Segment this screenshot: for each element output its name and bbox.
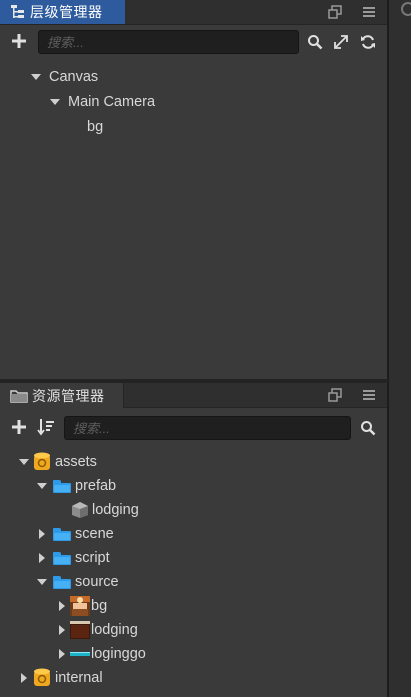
search-icon xyxy=(308,35,323,50)
expand-arrows-icon xyxy=(334,35,348,49)
tree-node-label: script xyxy=(75,550,110,566)
hierarchy-search-input[interactable] xyxy=(39,31,298,53)
assets-search-field[interactable] xyxy=(64,416,351,440)
folder-icon xyxy=(53,527,71,541)
tree-node-scene[interactable]: scene xyxy=(0,522,387,546)
expand-arrow-icon[interactable] xyxy=(37,529,47,539)
collapse-arrow-icon[interactable] xyxy=(19,457,29,467)
collapse-arrow-icon[interactable] xyxy=(31,72,41,82)
database-icon xyxy=(33,668,51,688)
hierarchy-toolbar xyxy=(0,28,387,60)
assets-toolbar xyxy=(0,413,387,445)
tree-node-bg[interactable]: bg xyxy=(0,114,387,139)
tree-node-label: assets xyxy=(55,454,97,470)
assets-search-input[interactable] xyxy=(65,417,350,439)
folder-icon xyxy=(53,551,71,565)
prefab-cube-icon xyxy=(71,501,89,519)
plus-icon xyxy=(12,34,26,48)
folder-icon xyxy=(53,575,71,589)
refresh-icon xyxy=(361,35,375,49)
collapse-arrow-icon[interactable] xyxy=(50,97,60,107)
tree-node-main-camera[interactable]: Main Camera xyxy=(0,89,387,114)
assets-tab-label: 资源管理器 xyxy=(32,387,105,404)
search-button[interactable] xyxy=(359,419,377,437)
assets-tab[interactable]: 资源管理器 xyxy=(0,383,124,408)
tree-node-label: bg xyxy=(87,118,104,135)
loginggo-thumbnail-icon xyxy=(70,644,90,664)
tree-node-internal[interactable]: internal xyxy=(0,666,387,690)
assets-tabbar: 资源管理器 xyxy=(0,383,387,408)
assets-panel: 资源管理器 搜索... assets prefab lodging scene … xyxy=(0,383,388,697)
tree-node-label: Main Camera xyxy=(68,93,156,110)
tree-node-label: lodging xyxy=(91,622,138,638)
tree-node-loginggo-texture[interactable]: loginggo xyxy=(0,642,387,666)
hierarchy-tree-icon xyxy=(10,4,26,20)
lodging-thumbnail-icon xyxy=(70,620,90,640)
tree-node-label: loginggo xyxy=(91,646,146,662)
sort-icon xyxy=(37,419,54,436)
tree-node-label: Canvas xyxy=(49,68,99,85)
expand-arrow-icon[interactable] xyxy=(57,625,67,635)
tree-node-script[interactable]: script xyxy=(0,546,387,570)
panel-menu-icon[interactable] xyxy=(361,4,377,20)
hierarchy-panel: 层级管理器 搜索... Canvas Main Camera bg xyxy=(0,0,388,379)
tree-node-source[interactable]: source xyxy=(0,570,387,594)
hierarchy-tab-label: 层级管理器 xyxy=(30,4,103,20)
tree-node-canvas[interactable]: Canvas xyxy=(0,64,387,89)
search-button[interactable] xyxy=(306,33,324,51)
gear-icon[interactable] xyxy=(401,2,411,16)
collapse-arrow-icon[interactable] xyxy=(37,481,47,491)
tree-node-lodging-prefab[interactable]: lodging xyxy=(0,498,387,522)
expand-all-button[interactable] xyxy=(332,33,350,51)
panel-menu-icon[interactable] xyxy=(361,387,377,403)
scene-panel-edge xyxy=(388,0,411,697)
bg-thumbnail-icon xyxy=(70,596,90,616)
expand-arrow-icon[interactable] xyxy=(19,673,29,683)
expand-arrow-icon[interactable] xyxy=(57,649,67,659)
expand-arrow-icon[interactable] xyxy=(37,553,47,563)
tree-node-label: internal xyxy=(55,670,103,686)
sort-button[interactable] xyxy=(37,418,55,436)
plus-icon xyxy=(12,420,26,434)
maximize-panel-icon[interactable] xyxy=(327,387,343,403)
tree-node-assets[interactable]: assets xyxy=(0,450,387,474)
tree-node-prefab[interactable]: prefab xyxy=(0,474,387,498)
hierarchy-tabbar: 层级管理器 xyxy=(0,0,387,25)
tree-node-label: lodging xyxy=(92,502,139,518)
expand-arrow-icon[interactable] xyxy=(57,601,67,611)
hierarchy-tab[interactable]: 层级管理器 xyxy=(0,0,125,24)
database-icon xyxy=(33,452,51,472)
add-node-button[interactable] xyxy=(10,32,28,50)
folder-open-icon xyxy=(10,389,28,403)
tree-node-label: bg xyxy=(91,598,108,614)
collapse-arrow-icon[interactable] xyxy=(37,577,47,587)
create-asset-button[interactable] xyxy=(10,418,28,436)
tree-node-label: scene xyxy=(75,526,114,542)
tree-node-lodging-texture[interactable]: lodging xyxy=(0,618,387,642)
maximize-panel-icon[interactable] xyxy=(327,4,343,20)
hierarchy-search-field[interactable] xyxy=(38,30,299,54)
search-icon xyxy=(361,421,376,436)
refresh-button[interactable] xyxy=(359,33,377,51)
tree-node-label: prefab xyxy=(75,478,117,494)
tree-node-bg-texture[interactable]: bg xyxy=(0,594,387,618)
hierarchy-tree: Canvas Main Camera bg xyxy=(0,64,387,139)
folder-icon xyxy=(53,479,71,493)
tree-node-label: source xyxy=(75,574,119,590)
assets-tree: assets prefab lodging scene script sourc… xyxy=(0,450,387,690)
